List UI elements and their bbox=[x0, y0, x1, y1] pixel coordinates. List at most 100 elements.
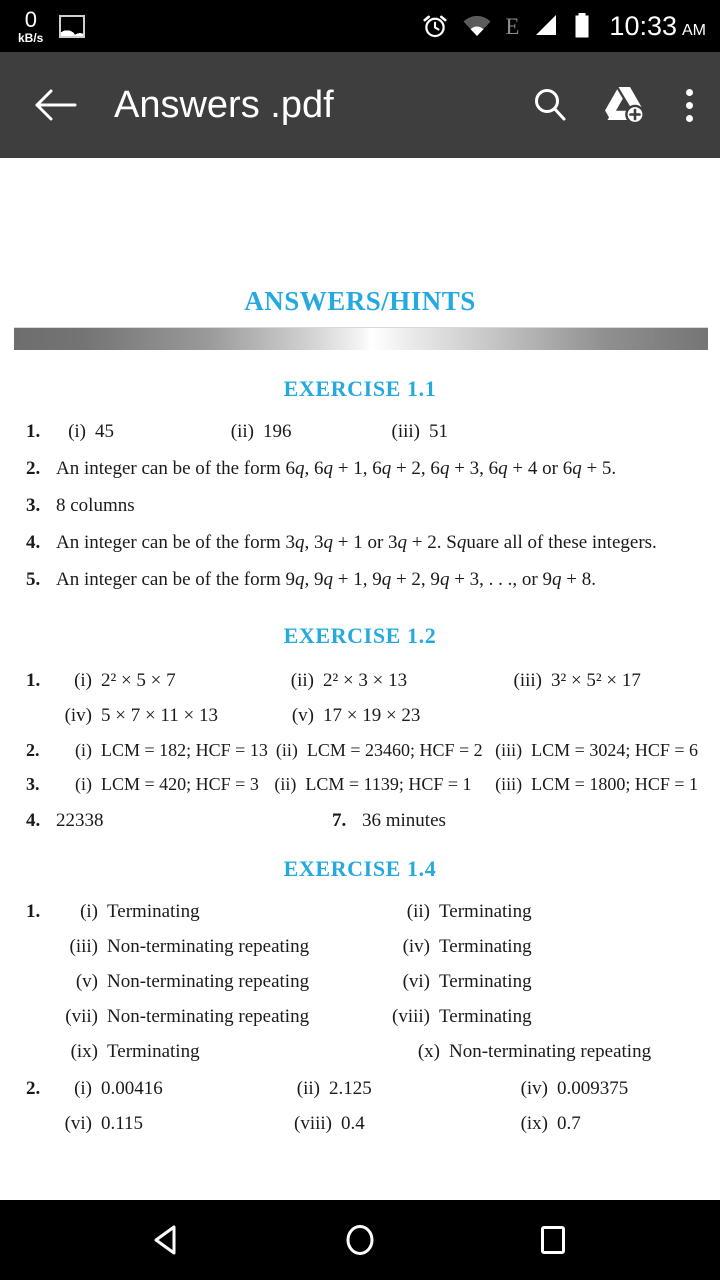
item-value: Non-terminating repeating bbox=[107, 971, 310, 992]
section-body-3: 1. (i) Terminating (ii) Terminating (iii) N… bbox=[0, 902, 720, 1133]
network-speed-indicator: 0 kB/s bbox=[18, 8, 44, 45]
answer-row: 5. An integer can be of the form 9q, 9q … bbox=[26, 570, 698, 589]
item-value: LCM = 182; HCF = 13 bbox=[101, 740, 268, 760]
item-label: (iii) bbox=[391, 421, 421, 442]
item-value: 2² × 5 × 7 bbox=[101, 670, 176, 691]
item-value: Terminating bbox=[439, 901, 532, 922]
section-heading-3: EXERCISE 1.4 bbox=[283, 856, 437, 881]
overflow-menu-icon bbox=[685, 88, 693, 122]
network-speed-unit: kB/s bbox=[18, 30, 44, 45]
answer-text: 8 columns bbox=[56, 495, 135, 516]
item-value: Non-terminating repeating bbox=[107, 936, 310, 957]
question-number: 2. bbox=[26, 1078, 41, 1099]
search-button[interactable] bbox=[526, 81, 574, 129]
item-value: 3² × 5² × 17 bbox=[551, 670, 641, 691]
item-label: (i) bbox=[74, 670, 92, 691]
item-label: (ii) bbox=[230, 421, 254, 442]
photo-icon bbox=[59, 14, 86, 38]
item-value: LCM = 1139; HCF = 1 bbox=[305, 774, 472, 794]
answer-row: 4. 22338 7. 36 minutes bbox=[26, 811, 698, 830]
section-body-2: 1. (i) 2² × 5 × 7 (ii) 2² × 3 × 13 (iii) 3²… bbox=[0, 671, 720, 830]
answer-row: 1. (i) 45 (ii) 196 (iii) 51 bbox=[26, 422, 698, 441]
question-number: 3. bbox=[26, 774, 40, 794]
item-value: 0.4 bbox=[341, 1113, 365, 1134]
clock-time: 10:33 bbox=[609, 10, 677, 41]
question-number: 5. bbox=[26, 569, 41, 590]
answer-row: (vi) 0.115 (viii) 0.4 (ix) 0.7 bbox=[26, 1114, 698, 1133]
item-label: (iii) bbox=[495, 740, 523, 760]
answer-row: (iii) Non-terminating repeating (iv) Termi… bbox=[26, 937, 698, 956]
app-bar: Answers .pdf bbox=[0, 52, 720, 158]
item-value: LCM = 3024; HCF = 6 bbox=[531, 740, 698, 760]
item-label: (iii) bbox=[513, 670, 543, 691]
answer-row: 3. 8 columns bbox=[26, 496, 698, 515]
title-divider bbox=[14, 327, 708, 350]
section-heading-2: EXERCISE 1.2 bbox=[283, 623, 437, 648]
nav-home-button[interactable] bbox=[314, 1200, 406, 1280]
item-label: (iii) bbox=[69, 936, 99, 957]
item-value: LCM = 23460; HCF = 2 bbox=[306, 740, 483, 760]
item-value: 51 bbox=[429, 421, 448, 442]
navigation-bar bbox=[0, 1200, 720, 1280]
wifi-icon bbox=[463, 15, 491, 36]
answer-row: 1. (i) 2² × 5 × 7 (ii) 2² × 3 × 13 (iii) 3²… bbox=[26, 671, 698, 690]
item-value: Non-terminating repeating bbox=[107, 1006, 310, 1027]
pdf-page-viewport[interactable]: ANSWERS/HINTS EXERCISE 1.1 1. (i) 45 (ii)… bbox=[0, 158, 720, 1200]
question-number: 2. bbox=[26, 740, 40, 760]
phone-screen: 0 kB/s E 10:33 AM Answers .pdf ANSWERS/H… bbox=[0, 0, 720, 1280]
drive-upload-button[interactable] bbox=[600, 81, 648, 129]
nav-back-button[interactable] bbox=[121, 1200, 213, 1280]
nav-recents-button[interactable] bbox=[507, 1200, 599, 1280]
question-number: 2. bbox=[26, 458, 41, 479]
item-label: (i) bbox=[68, 421, 86, 442]
item-label: (i) bbox=[75, 740, 92, 760]
item-label: (ii) bbox=[406, 901, 430, 922]
item-label: (i) bbox=[75, 774, 92, 794]
item-label: (ix) bbox=[520, 1113, 548, 1134]
document-title: ANSWERS/HINTS bbox=[244, 286, 476, 316]
item-value: Terminating bbox=[439, 971, 532, 992]
search-icon bbox=[535, 89, 566, 121]
item-value: 2² × 3 × 13 bbox=[323, 670, 408, 691]
signal-icon bbox=[536, 15, 557, 35]
answer-row: 2. (i) LCM = 182; HCF = 13 (ii) LCM = 2346… bbox=[26, 741, 698, 759]
item-label: (iii) bbox=[495, 774, 523, 794]
network-type-indicator: E bbox=[505, 13, 520, 39]
answer-text: An integer can be of the form 6q, 6q + 1… bbox=[56, 458, 617, 479]
item-value: Terminating bbox=[439, 1006, 532, 1027]
item-value: 0.00416 bbox=[101, 1078, 163, 1099]
answer-row: 4. An integer can be of the form 3q, 3q … bbox=[26, 533, 698, 552]
item-label: (i) bbox=[80, 901, 98, 922]
status-bar: 0 kB/s E 10:33 AM bbox=[0, 0, 720, 52]
item-label: (x) bbox=[417, 1041, 440, 1062]
item-label: (ix) bbox=[70, 1041, 98, 1062]
answer-row: (iv) 5 × 7 × 11 × 13 (v) 17 × 19 × 23 bbox=[26, 706, 698, 725]
question-number: 1. bbox=[26, 421, 41, 442]
question-number: 1. bbox=[26, 901, 41, 922]
answer-row: 2. An integer can be of the form 6q, 6q … bbox=[26, 459, 698, 478]
item-value: 45 bbox=[95, 421, 114, 442]
status-bar-right: E 10:33 AM bbox=[421, 11, 706, 42]
item-value: LCM = 420; HCF = 3 bbox=[101, 774, 259, 794]
item-label: (iv) bbox=[64, 705, 92, 726]
question-number: 7. bbox=[332, 810, 347, 831]
section-heading-1: EXERCISE 1.1 bbox=[283, 376, 437, 401]
answer-row: (v) Non-terminating repeating (vi) Termina… bbox=[26, 972, 698, 991]
item-label: (vii) bbox=[65, 1006, 98, 1027]
item-value: Terminating bbox=[439, 936, 532, 957]
app-bar-actions bbox=[526, 81, 704, 129]
overflow-menu-button[interactable] bbox=[674, 81, 704, 129]
question-number: 4. bbox=[26, 810, 41, 831]
item-value: 17 × 19 × 23 bbox=[323, 705, 421, 726]
answer-row: 1. (i) Terminating (ii) Terminating bbox=[26, 902, 698, 921]
item-value: 0.115 bbox=[101, 1113, 144, 1134]
item-label: (iv) bbox=[520, 1078, 548, 1099]
nav-home-icon bbox=[346, 1225, 374, 1255]
item-label: (vi) bbox=[64, 1113, 92, 1134]
item-label: (ii) bbox=[274, 774, 297, 794]
item-label: (viii) bbox=[392, 1006, 430, 1027]
item-value: 0.7 bbox=[557, 1113, 581, 1134]
pdf-page-content: ANSWERS/HINTS EXERCISE 1.1 1. (i) 45 (ii)… bbox=[0, 158, 720, 1133]
back-button[interactable] bbox=[30, 79, 82, 131]
clock-meridiem: AM bbox=[682, 21, 706, 39]
